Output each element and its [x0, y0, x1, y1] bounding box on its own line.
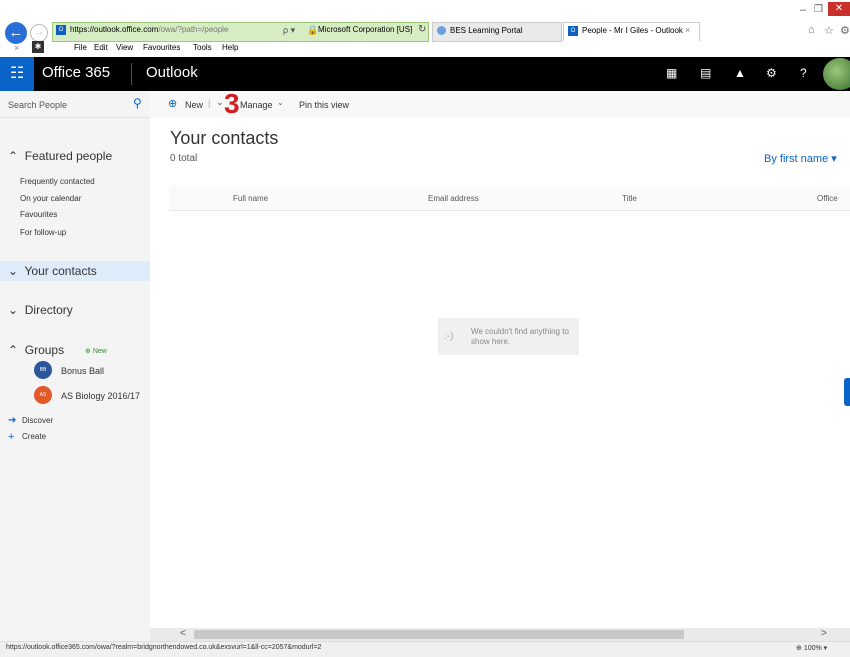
- ie-page-icon: [437, 26, 446, 35]
- contact-count: 0 total: [170, 153, 198, 164]
- menu-help[interactable]: Help: [222, 43, 238, 52]
- directory-header[interactable]: ⌄ Directory: [8, 303, 73, 317]
- page-title: Your contacts: [170, 128, 279, 148]
- table-header: [169, 185, 850, 211]
- chevron-up-icon: ⌃: [8, 149, 19, 163]
- group-bonus-ball[interactable]: Bonus Ball: [61, 366, 104, 376]
- menu-view[interactable]: View: [116, 43, 133, 52]
- chevron-down-icon[interactable]: ⌄: [277, 98, 284, 107]
- url-text[interactable]: https://outlook.office.com/owa/?path=/pe…: [70, 25, 228, 34]
- discover-link[interactable]: Discover: [22, 416, 53, 425]
- search-input[interactable]: Search People: [8, 100, 67, 110]
- chevron-down-icon: ⌄: [8, 303, 19, 317]
- tools-gear-icon[interactable]: ⚙: [840, 24, 850, 37]
- chevron-up-icon: ⌃: [8, 343, 19, 357]
- menu-favourites[interactable]: Favourites: [143, 43, 180, 52]
- group-avatar: BB: [34, 361, 52, 379]
- lock-icon: 🔒: [307, 25, 319, 35]
- column-office[interactable]: Office: [817, 194, 838, 203]
- certificate-label[interactable]: Microsoft Corporation [US]: [318, 25, 412, 34]
- search-icon[interactable]: ⚲: [133, 96, 142, 110]
- sidebar-item-favourites[interactable]: Favourites: [20, 210, 57, 219]
- manage-button[interactable]: Manage: [240, 100, 273, 110]
- divider: [131, 63, 132, 85]
- close-tab-icon[interactable]: ×: [685, 25, 690, 35]
- divider: [0, 117, 150, 118]
- column-full-name[interactable]: Full name: [233, 194, 268, 203]
- browser-tab-label: BES Learning Portal: [450, 26, 523, 35]
- new-badge: ⊕ New: [85, 348, 107, 355]
- skype-icon[interactable]: ▦: [666, 66, 677, 80]
- forward-arrow-icon[interactable]: →: [30, 24, 48, 42]
- new-button[interactable]: New: [185, 100, 203, 110]
- arrow-right-icon: ➔: [8, 415, 17, 426]
- group-avatar: AS: [34, 386, 52, 404]
- caret-down-icon: ▾: [831, 153, 837, 165]
- plus-icon: +: [8, 431, 15, 443]
- groups-header[interactable]: ⌃ Groups: [8, 343, 64, 357]
- minimize-icon[interactable]: –: [800, 4, 806, 16]
- calendar-icon[interactable]: ▤: [700, 66, 711, 80]
- featured-people-header[interactable]: ⌃ Featured people: [8, 149, 112, 163]
- avatar[interactable]: [823, 58, 850, 90]
- suite-bar: [0, 57, 850, 91]
- zoom-level[interactable]: ⊕ 100% ▾: [796, 644, 827, 652]
- annotation-number: 3: [224, 88, 240, 119]
- menu-file[interactable]: File: [74, 43, 87, 52]
- side-panel-tab[interactable]: [844, 378, 850, 406]
- sidebar-item-on-your-calendar[interactable]: On your calendar: [20, 194, 81, 203]
- window-close-icon[interactable]: ✕: [828, 2, 850, 16]
- toolbar-separator: |: [208, 98, 211, 108]
- home-icon[interactable]: ⌂: [808, 24, 815, 36]
- chevron-down-icon[interactable]: ⌄: [216, 97, 224, 108]
- scroll-left-icon[interactable]: <: [180, 628, 186, 639]
- menu-edit[interactable]: Edit: [94, 43, 108, 52]
- help-icon[interactable]: ?: [800, 66, 807, 80]
- outlook-favicon-icon: O: [56, 25, 66, 35]
- chevron-down-icon: ⌄: [8, 264, 19, 278]
- new-plus-icon[interactable]: ⊕: [168, 97, 177, 110]
- your-contacts-header[interactable]: ⌄ Your contacts: [8, 264, 97, 278]
- favorites-star-icon[interactable]: ☆: [824, 24, 834, 37]
- bell-icon[interactable]: ▲: [734, 66, 746, 80]
- browser-tab-label: People - Mr I Giles - Outlook: [582, 26, 683, 35]
- brand-label[interactable]: Office 365: [42, 64, 110, 81]
- sort-dropdown[interactable]: By first name ▾: [764, 152, 837, 165]
- outlook-tab-icon: O: [568, 26, 578, 36]
- refresh-icon[interactable]: ↻: [418, 24, 426, 35]
- menu-tools[interactable]: Tools: [193, 43, 212, 52]
- status-url: https://outlook.office365.com/owa/?realm…: [6, 644, 322, 651]
- settings-gear-icon[interactable]: ⚙: [766, 66, 777, 80]
- group-as-biology[interactable]: AS Biology 2016/17: [61, 391, 140, 401]
- app-launcher-icon[interactable]: ☷: [0, 57, 34, 91]
- restore-icon[interactable]: ❐: [814, 4, 823, 15]
- app-name[interactable]: Outlook: [146, 64, 198, 81]
- create-link[interactable]: Create: [22, 432, 46, 441]
- column-title[interactable]: Title: [622, 194, 637, 203]
- back-arrow-icon[interactable]: ←: [5, 22, 27, 44]
- column-email[interactable]: Email address: [428, 194, 479, 203]
- addon-icon[interactable]: ✱: [32, 41, 44, 53]
- zoom-icon: ⊕: [796, 645, 802, 652]
- search-dropdown-icon[interactable]: ρ ▾: [283, 25, 295, 36]
- sidebar-item-frequently-contacted[interactable]: Frequently contacted: [20, 177, 95, 186]
- smiley-icon: :-): [444, 331, 454, 342]
- empty-message: We couldn't find anything to show here.: [471, 327, 569, 346]
- sidebar-item-for-follow-up[interactable]: For follow-up: [20, 228, 66, 237]
- scroll-right-icon[interactable]: >: [821, 628, 827, 639]
- scrollbar-thumb[interactable]: [194, 630, 684, 639]
- close-icon[interactable]: ×: [14, 43, 19, 53]
- pin-view-button[interactable]: Pin this view: [299, 100, 349, 110]
